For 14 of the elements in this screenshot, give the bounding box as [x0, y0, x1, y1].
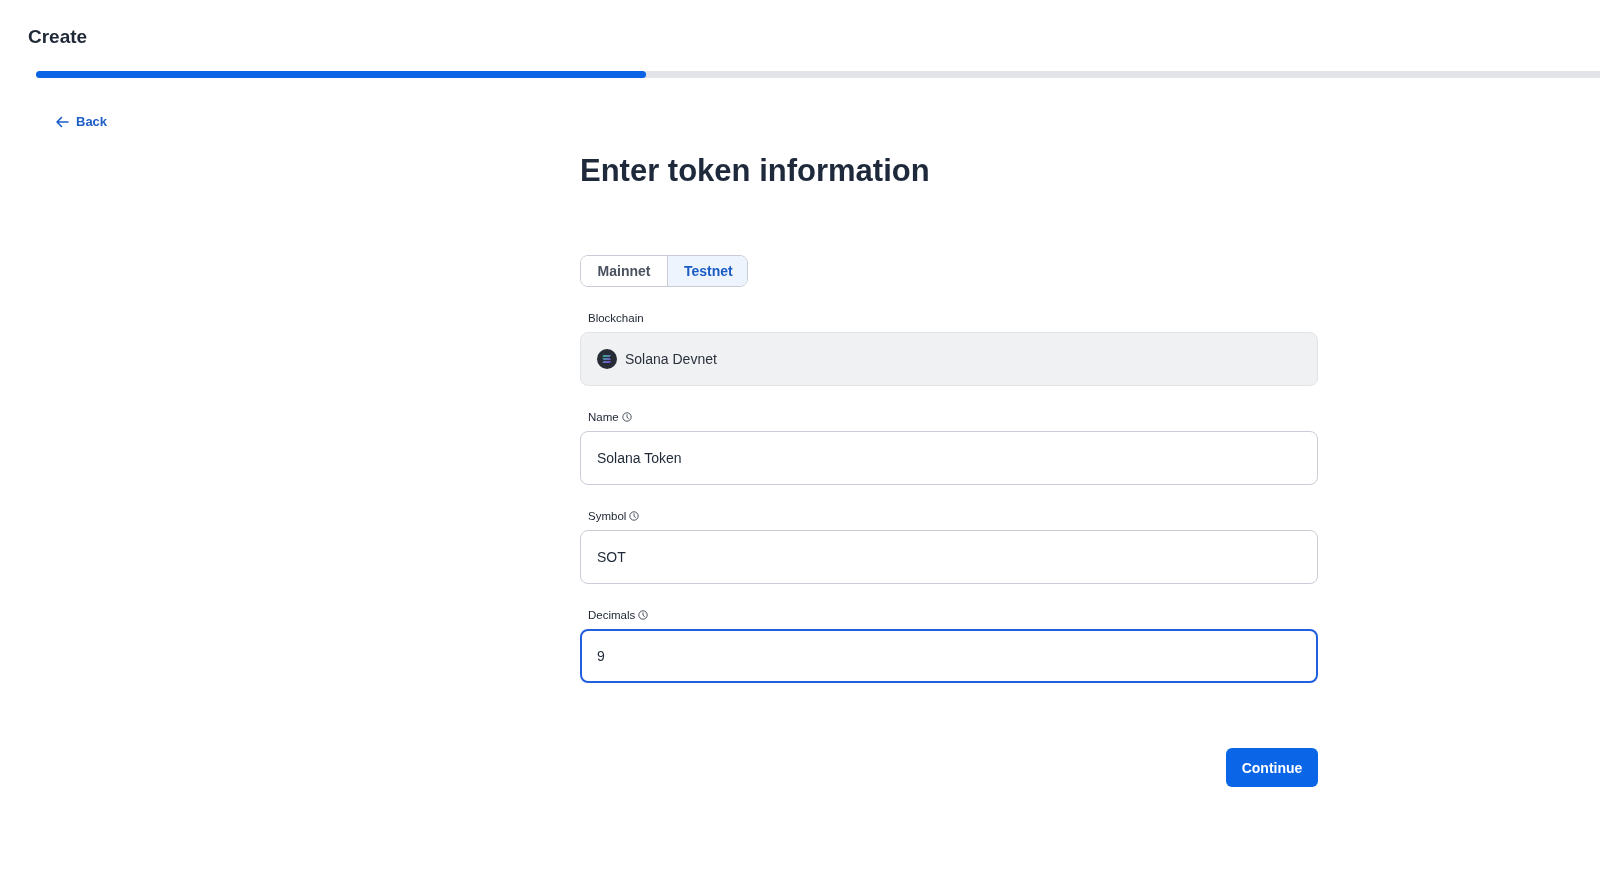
chain-logo-icon	[597, 349, 617, 369]
page-title: Create	[28, 25, 88, 49]
page-heading: Enter token information	[580, 152, 930, 190]
field-label: Symbol	[588, 509, 627, 523]
network-tab[interactable]: Testnet	[667, 256, 747, 286]
back-link[interactable]: Back	[55, 113, 108, 131]
field-label: Name	[588, 410, 619, 424]
continue-button[interactable]: Continue	[1226, 748, 1318, 787]
field-label: Blockchain	[588, 311, 644, 325]
arrow-left-icon	[55, 116, 69, 128]
input-field[interactable]: SOT	[580, 530, 1318, 584]
field-label: Decimals	[588, 608, 636, 622]
input-field[interactable]: 9	[580, 629, 1318, 683]
input-field[interactable]: Solana Token	[580, 431, 1318, 485]
